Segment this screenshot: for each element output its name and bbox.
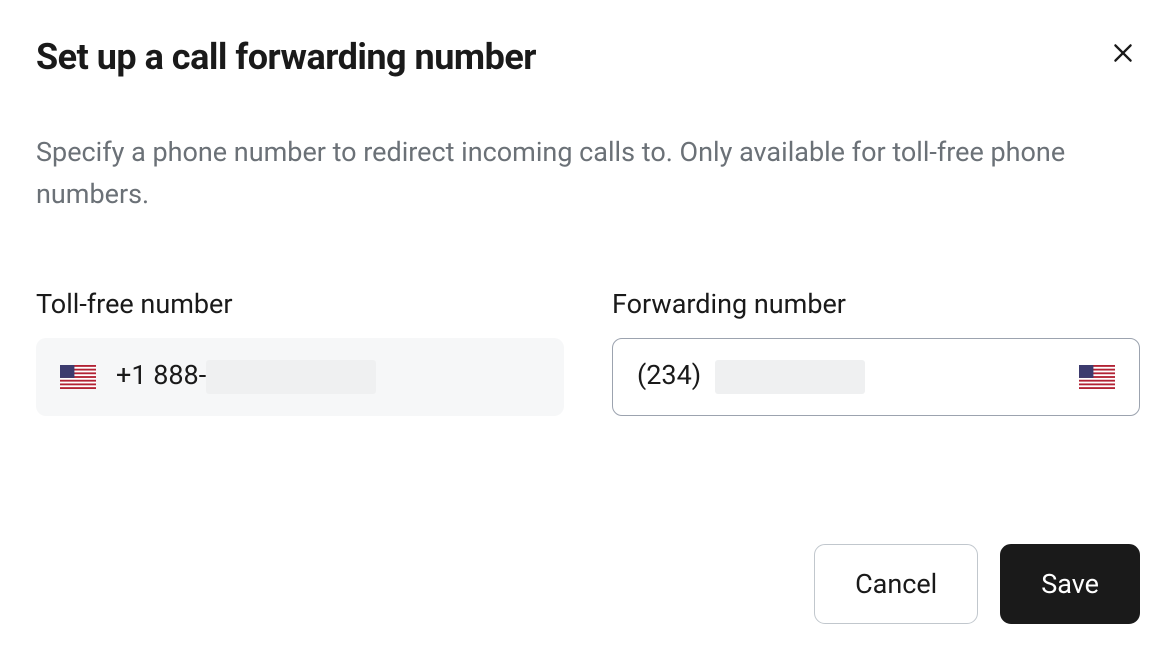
toll-free-value: +1 888- <box>116 359 376 394</box>
forwarding-label: Forwarding number <box>612 288 1140 320</box>
forwarding-input[interactable]: (234) <box>612 338 1140 416</box>
redacted-number <box>715 360 865 394</box>
forwarding-prefix: (234) <box>637 359 701 391</box>
forwarding-value: (234) <box>637 359 865 394</box>
modal-footer: Cancel Save <box>36 544 1140 624</box>
us-flag-icon[interactable] <box>1079 365 1115 389</box>
us-flag-icon <box>60 365 96 389</box>
redacted-number <box>206 360 376 394</box>
toll-free-label: Toll-free number <box>36 288 564 320</box>
toll-free-prefix: +1 888- <box>116 359 206 391</box>
toll-free-field: Toll-free number +1 888- <box>36 288 564 416</box>
modal-title: Set up a call forwarding number <box>36 36 536 78</box>
cancel-button[interactable]: Cancel <box>814 544 978 624</box>
call-forwarding-modal: Set up a call forwarding number Specify … <box>36 36 1140 624</box>
modal-header: Set up a call forwarding number <box>36 36 1140 78</box>
save-button[interactable]: Save <box>1000 544 1140 624</box>
close-icon <box>1110 40 1136 66</box>
fields-row: Toll-free number +1 888- <box>36 288 1140 416</box>
close-button[interactable] <box>1106 36 1140 70</box>
forwarding-field: Forwarding number (234) <box>612 288 1140 416</box>
modal-description: Specify a phone number to redirect incom… <box>36 132 1140 216</box>
toll-free-display: +1 888- <box>36 338 564 416</box>
